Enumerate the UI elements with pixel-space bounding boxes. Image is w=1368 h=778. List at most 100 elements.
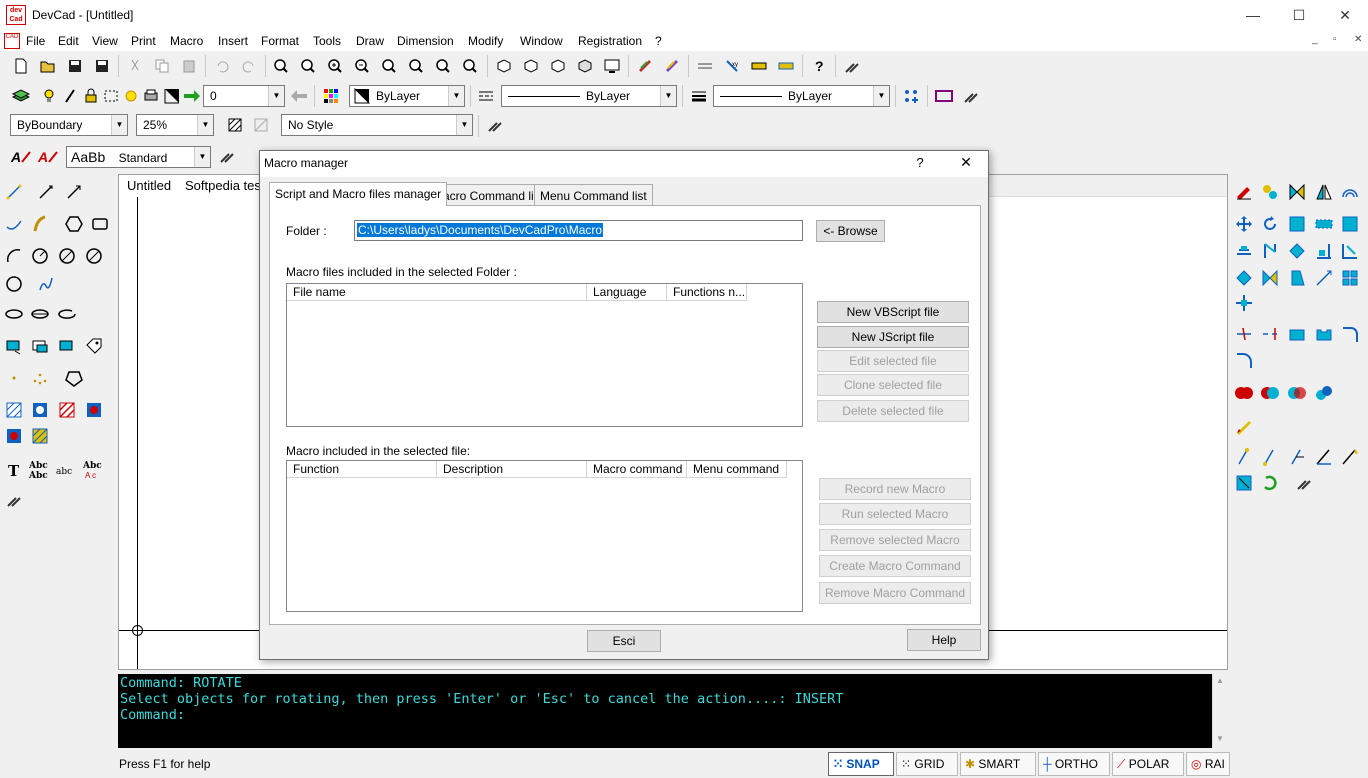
chevron-down-icon[interactable]: ▼: [111, 115, 127, 135]
smart-toggle[interactable]: ✱ SMART: [960, 752, 1036, 776]
bezier-icon[interactable]: [28, 212, 52, 236]
chevron-down-icon[interactable]: ▼: [197, 115, 213, 135]
circle-center-icon[interactable]: [28, 244, 52, 268]
measure-distance-icon[interactable]: [694, 55, 716, 77]
zoom-out-icon[interactable]: [351, 55, 373, 77]
doc-tab-softpedia[interactable]: Softpedia tes: [177, 175, 270, 197]
color-select[interactable]: ByLayer ▼: [349, 85, 465, 107]
solid-fill-icon[interactable]: [28, 424, 52, 448]
open-folder-icon[interactable]: [37, 55, 59, 77]
layer-select[interactable]: 0 ▼: [203, 85, 285, 107]
text-tool-icon[interactable]: [216, 145, 238, 167]
view-iso-icon[interactable]: [520, 55, 542, 77]
hatch-red-icon[interactable]: [55, 398, 79, 422]
align-icon[interactable]: [1285, 266, 1309, 290]
mdi-restore-button[interactable]: ▫: [1333, 34, 1337, 45]
new-vbscript-button[interactable]: New VBScript file: [817, 301, 969, 323]
col-menu-command[interactable]: Menu command: [687, 461, 787, 478]
ortho-toggle[interactable]: ┼ ORTHO: [1038, 752, 1110, 776]
paste-icon[interactable]: [178, 55, 200, 77]
command-scrollbar[interactable]: ▲ ▼: [1212, 674, 1228, 748]
explode-line-icon[interactable]: [1312, 266, 1336, 290]
save-icon[interactable]: [64, 55, 86, 77]
doc-tab-untitled[interactable]: Untitled: [119, 175, 181, 197]
col-description[interactable]: Description: [437, 461, 587, 478]
mdi-doc-icon[interactable]: CAD: [4, 33, 20, 49]
scroll-down-icon[interactable]: ▼: [1216, 734, 1224, 743]
mdi-minimize-button[interactable]: _: [1312, 34, 1318, 45]
customize-icon[interactable]: [841, 55, 863, 77]
print-preview-icon[interactable]: [634, 55, 656, 77]
menu-view[interactable]: View: [92, 34, 118, 48]
attribute-text-icon[interactable]: Abc A c: [82, 458, 106, 482]
close-button[interactable]: ✕: [1322, 0, 1368, 31]
layer-color-icon[interactable]: [120, 85, 142, 107]
polar-toggle[interactable]: ⟋ POLAR: [1112, 752, 1184, 776]
command-window[interactable]: Command: ROTATE Select objects for rotat…: [118, 674, 1212, 748]
view-orbit-icon[interactable]: [547, 55, 569, 77]
break-icon[interactable]: [1285, 239, 1309, 263]
array-icon[interactable]: [1232, 266, 1256, 290]
customize-icon[interactable]: [1292, 471, 1316, 495]
stretch-icon[interactable]: [1312, 212, 1336, 236]
break-two-icon[interactable]: [1258, 322, 1282, 346]
delete-file-button[interactable]: Delete selected file: [817, 400, 969, 422]
remove-macro-button[interactable]: Remove selected Macro: [819, 529, 971, 551]
boolean-intersect-icon[interactable]: [1285, 381, 1309, 405]
view-3d-icon[interactable]: [493, 55, 515, 77]
layer-lock-icon[interactable]: [80, 85, 102, 107]
rotate-icon[interactable]: [1258, 212, 1282, 236]
publish-icon[interactable]: [661, 55, 683, 77]
mirror-line-icon[interactable]: [1312, 180, 1336, 204]
chamfer-icon[interactable]: [1312, 239, 1336, 263]
point-icon[interactable]: [2, 366, 26, 390]
customize-icon[interactable]: [960, 85, 982, 107]
zoom-in-icon[interactable]: [324, 55, 346, 77]
edit-file-button[interactable]: Edit selected file: [817, 350, 969, 372]
grid-array-icon[interactable]: [1338, 266, 1362, 290]
layer-fill-icon[interactable]: [161, 85, 183, 107]
menu-help[interactable]: ?: [655, 34, 662, 48]
menu-macro[interactable]: Macro: [170, 34, 203, 48]
boolean-subtract-icon[interactable]: [1258, 381, 1282, 405]
trim-icon[interactable]: [1232, 239, 1256, 263]
layer-previous-icon[interactable]: [288, 85, 310, 107]
tag-icon[interactable]: [82, 334, 106, 358]
text-on-curve-icon[interactable]: abc: [55, 458, 79, 482]
chevron-down-icon[interactable]: ▼: [873, 86, 889, 106]
move-icon[interactable]: [1232, 212, 1256, 236]
dimension-style-select[interactable]: No Style ▼: [281, 114, 473, 136]
chevron-down-icon[interactable]: ▼: [660, 86, 676, 106]
mirror-icon[interactable]: [1285, 180, 1309, 204]
spline-icon[interactable]: [2, 212, 26, 236]
join-notch-icon[interactable]: [1312, 322, 1336, 346]
linetype-icon[interactable]: [475, 85, 497, 107]
save-as-icon[interactable]: [91, 55, 113, 77]
clone-file-button[interactable]: Clone selected file: [817, 374, 969, 396]
layers-icon[interactable]: [10, 85, 32, 107]
grip-edit-4-icon[interactable]: [1312, 445, 1336, 469]
layer-select-icon[interactable]: [100, 85, 122, 107]
col-function[interactable]: Function: [287, 461, 437, 478]
menu-modify[interactable]: Modify: [468, 34, 503, 48]
block-edit-icon[interactable]: [55, 334, 79, 358]
join-icon[interactable]: [1285, 322, 1309, 346]
lineweight-select[interactable]: ByLayer ▼: [713, 85, 890, 107]
zoom-window-icon[interactable]: [297, 55, 319, 77]
chevron-down-icon[interactable]: ▼: [456, 115, 472, 135]
maximize-button[interactable]: ☐: [1276, 0, 1322, 31]
freehand-icon[interactable]: [34, 272, 58, 296]
rectangle-icon[interactable]: [88, 212, 112, 236]
hatch-boundary-select[interactable]: ByBoundary ▼: [10, 114, 128, 136]
text-icon[interactable]: T: [2, 458, 26, 482]
undo-icon[interactable]: [211, 55, 233, 77]
text-edit-icon[interactable]: A: [10, 145, 32, 167]
menu-file[interactable]: File: [26, 34, 45, 48]
menu-insert[interactable]: Insert: [218, 34, 248, 48]
boolean-split-icon[interactable]: [1312, 381, 1336, 405]
new-file-icon[interactable]: [10, 55, 32, 77]
grip-edit-3-icon[interactable]: [1285, 445, 1309, 469]
menu-window[interactable]: Window: [520, 34, 563, 48]
tab-menu-command-list[interactable]: Menu Command list: [534, 184, 653, 205]
multiline-text-icon[interactable]: Abc Abc: [28, 458, 52, 482]
